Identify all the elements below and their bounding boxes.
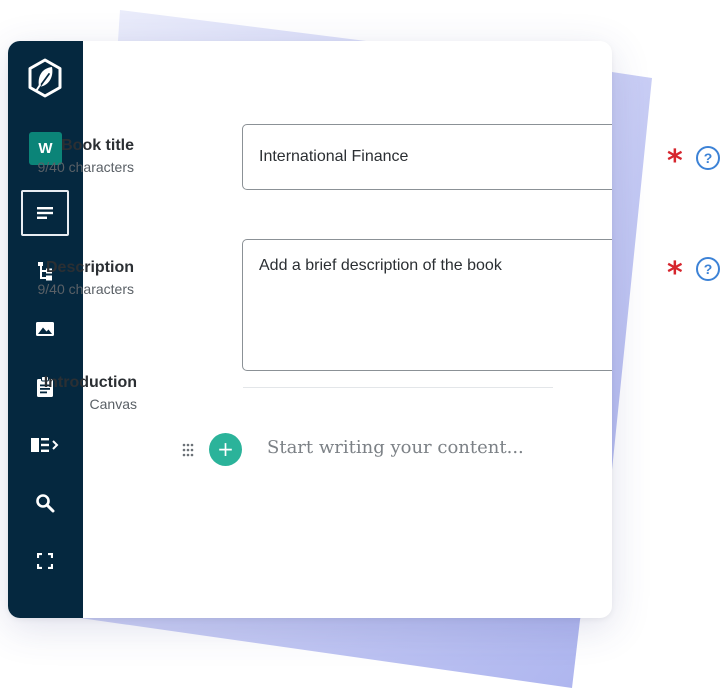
panel-expand-icon — [31, 438, 59, 452]
search-icon — [36, 494, 55, 513]
description-help-icon[interactable]: ? — [696, 257, 720, 281]
introduction-label-text: Introduction — [43, 374, 137, 391]
description-required-icon: * — [667, 256, 683, 291]
description-textarea[interactable] — [242, 239, 612, 371]
book-title-label: Book title 9/40 characters — [8, 137, 135, 175]
editor-placeholder[interactable]: Start writing your content... — [267, 437, 524, 458]
description-char-count: 9/40 characters — [37, 281, 135, 297]
book-title-label-text: Book title — [61, 137, 134, 154]
screenshot-stage: W Book title 9/40 characters Internation… — [0, 0, 720, 693]
book-title-help-icon[interactable]: ? — [696, 146, 720, 170]
image-icon — [36, 322, 54, 336]
text-lines-icon — [37, 207, 53, 219]
fullscreen-icon — [37, 553, 53, 569]
sidebar-item-fullscreen[interactable] — [21, 538, 69, 584]
sidebar-item-search[interactable] — [21, 480, 69, 526]
sidebar-item-panel-toggle[interactable] — [21, 422, 69, 468]
drag-handle-icon[interactable] — [182, 443, 194, 457]
editor-window: W Book title 9/40 characters Internation… — [8, 41, 612, 618]
add-block-button[interactable]: + — [209, 433, 242, 466]
introduction-label: Introduction Canvas — [8, 374, 137, 412]
leaf-logo-icon — [28, 58, 62, 98]
description-label: Description 9/40 characters — [8, 259, 135, 297]
description-label-text: Description — [45, 259, 134, 276]
sidebar-item-text-editor[interactable] — [21, 190, 69, 236]
book-title-char-count: 9/40 characters — [37, 159, 135, 175]
book-title-input[interactable] — [242, 124, 612, 190]
editor-divider — [243, 387, 553, 388]
introduction-type: Canvas — [89, 396, 137, 412]
book-title-required-icon: * — [667, 144, 683, 179]
form-content: Book title 9/40 characters Description 9… — [38, 41, 612, 618]
sidebar-item-images[interactable] — [21, 306, 69, 352]
sidebar: W — [8, 41, 83, 618]
